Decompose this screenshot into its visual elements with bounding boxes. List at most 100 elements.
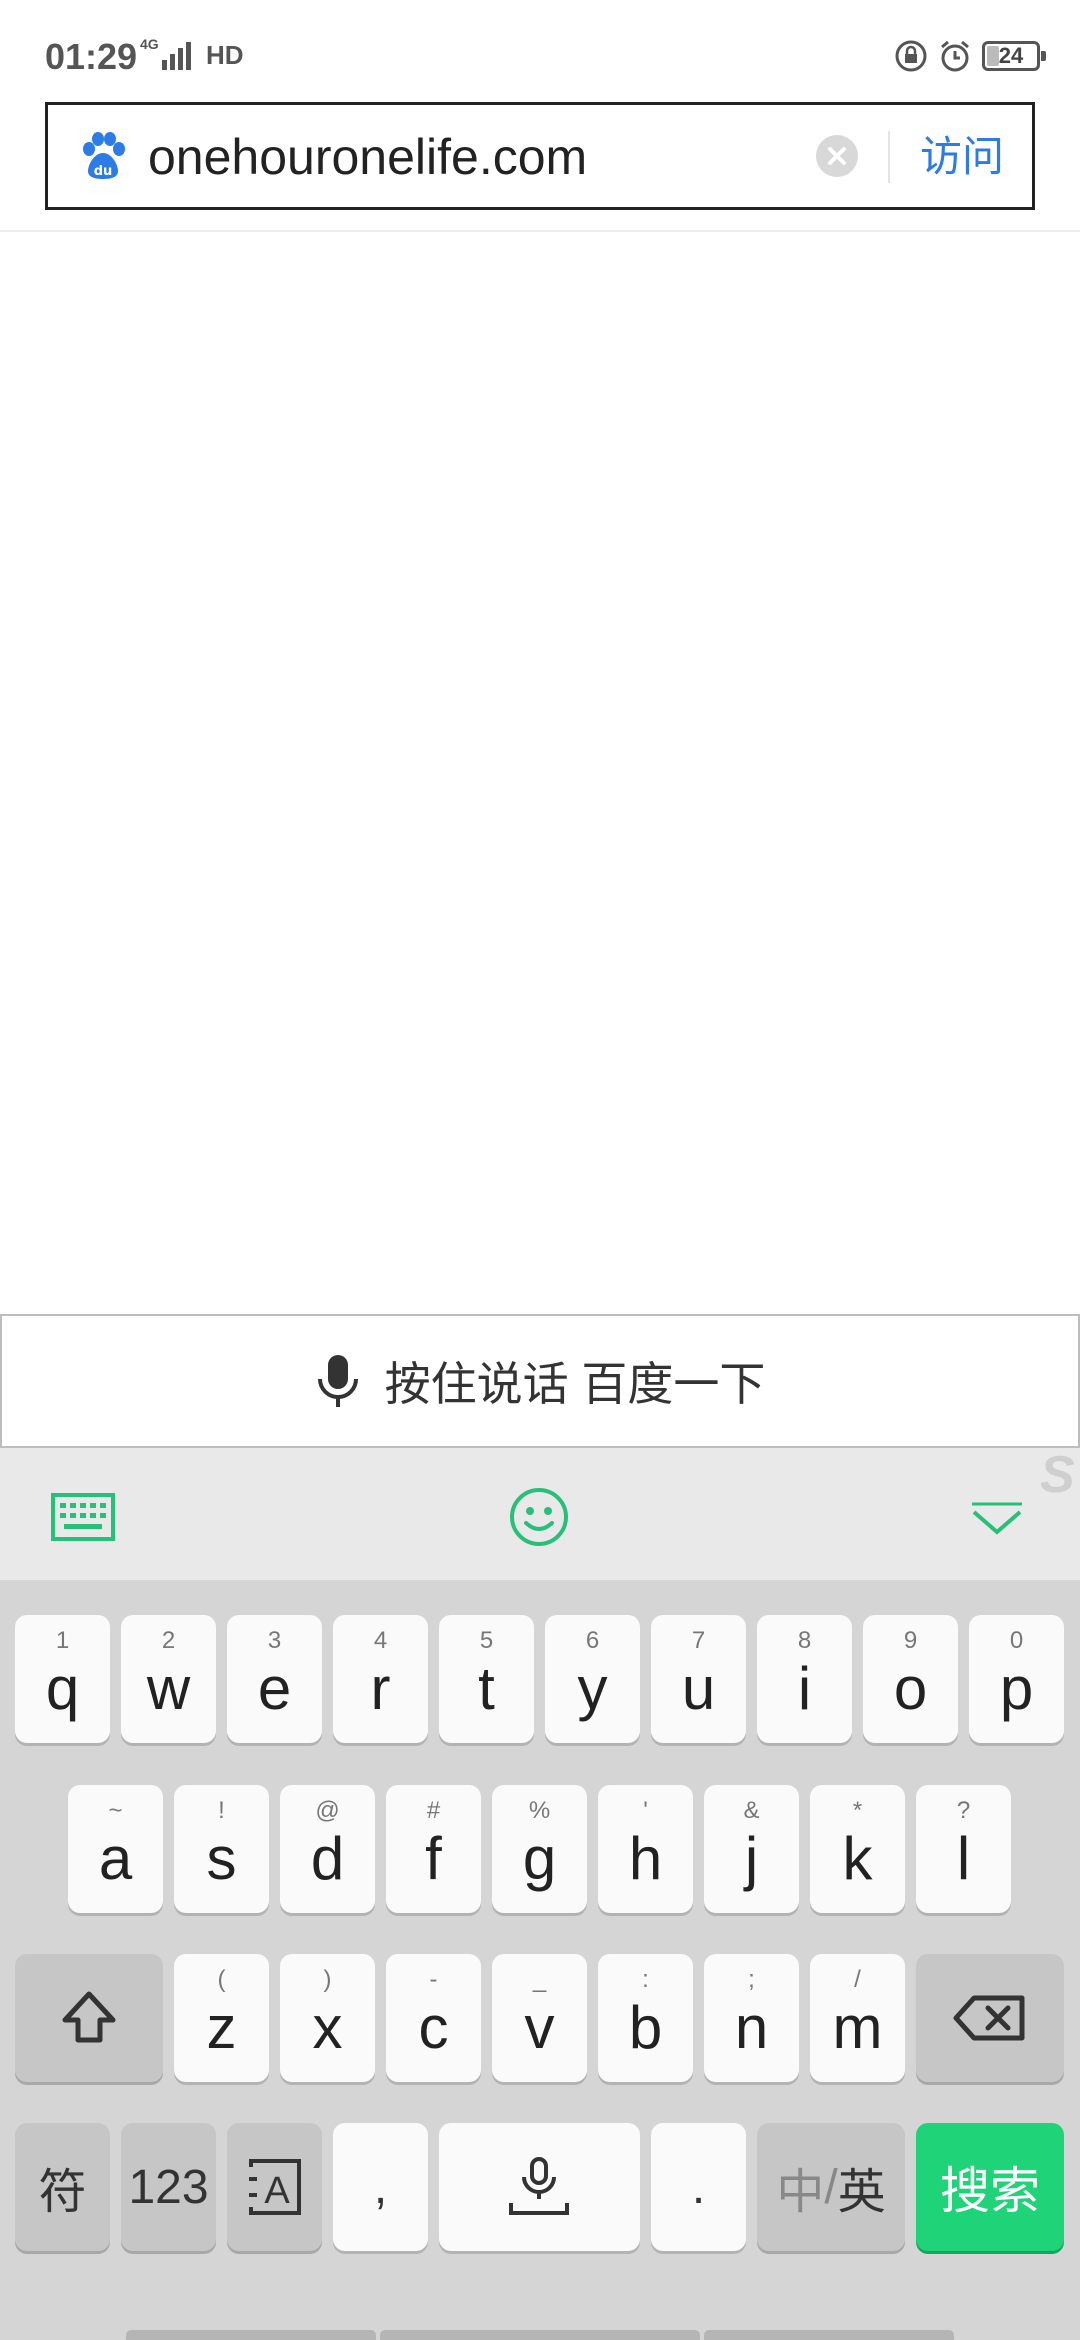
language-toggle-key[interactable]: 中 / 英: [757, 2123, 905, 2251]
key-i[interactable]: 8i: [757, 1615, 852, 1743]
voice-search-label: 按住说话 百度一下: [384, 1358, 766, 1410]
key-label: g: [522, 1825, 557, 1892]
close-icon: [828, 147, 846, 165]
clear-input-button[interactable]: [816, 135, 858, 177]
symbols-key[interactable]: 符: [15, 2123, 110, 2251]
collapse-keyboard-icon[interactable]: [968, 1500, 1026, 1536]
battery-icon: 24: [982, 41, 1046, 71]
signal-icon: [162, 42, 191, 70]
key-u[interactable]: 7u: [651, 1615, 746, 1743]
soft-keyboard: S 1q 2w 3e 4r 5t 6y 7u 8i 9o 0p ~ a ! s @ d…: [0, 1448, 1080, 2340]
status-bar: 01:29 4G HD 24: [0, 0, 1080, 100]
key-z[interactable]: (z: [174, 1954, 269, 2082]
key-k[interactable]: * k: [810, 1785, 905, 1913]
key-label: u: [681, 1655, 716, 1722]
svg-text:A: A: [264, 2170, 290, 2212]
svg-text:S: S: [1040, 1448, 1075, 1500]
nav-handle: [704, 2330, 954, 2340]
key-h[interactable]: ' h: [598, 1785, 693, 1913]
key-label: y: [577, 1655, 608, 1722]
key-label: l: [956, 1825, 971, 1892]
key-r[interactable]: 4r: [333, 1615, 428, 1743]
search-key[interactable]: 搜索: [916, 2123, 1064, 2251]
key-b[interactable]: :b: [598, 1954, 693, 2082]
key-a[interactable]: ~ a: [68, 1785, 163, 1913]
key-label: n: [734, 1994, 769, 2061]
rotation-lock-icon: [895, 40, 927, 72]
key-label: i: [797, 1655, 812, 1722]
key-t[interactable]: 5t: [439, 1615, 534, 1743]
microphone-icon: [509, 2157, 569, 2215]
key-label: b: [628, 1994, 663, 2061]
key-label: m: [832, 1994, 883, 2061]
key-d[interactable]: @ d: [280, 1785, 375, 1913]
key-o[interactable]: 9o: [863, 1615, 958, 1743]
key-y[interactable]: 6y: [545, 1615, 640, 1743]
status-time: 01:29: [45, 36, 138, 77]
network-type: 4G: [140, 36, 159, 52]
key-label: 符: [38, 2166, 87, 2219]
key-v[interactable]: _ v: [492, 1954, 587, 2082]
divider: [888, 131, 890, 183]
key-label: h: [628, 1825, 663, 1892]
voice-search-bar[interactable]: 按住说话 百度一下: [0, 1314, 1080, 1448]
nav-handle: [126, 2330, 376, 2340]
key-c[interactable]: -c: [386, 1954, 481, 2082]
key-label: v: [524, 1994, 555, 2061]
divider: [0, 230, 1080, 232]
key-label: d: [310, 1825, 345, 1892]
alarm-icon: [941, 40, 969, 72]
period-key[interactable]: .: [651, 2123, 746, 2251]
lang-sep: /: [824, 2160, 838, 2214]
key-label: 123: [128, 2160, 209, 2214]
key-label: a: [98, 1825, 133, 1892]
key-label: e: [257, 1655, 292, 1722]
comma-key[interactable]: ,: [333, 2123, 428, 2251]
shift-key[interactable]: [15, 1954, 163, 2082]
key-label: c: [418, 1994, 449, 2061]
key-label: p: [999, 1655, 1034, 1722]
key-label: w: [146, 1655, 191, 1722]
url-input[interactable]: onehouronelife.com: [148, 127, 587, 187]
key-w[interactable]: 2w: [121, 1615, 216, 1743]
key-label: k: [842, 1825, 873, 1892]
key-label: r: [370, 1655, 391, 1722]
key-q[interactable]: 1q: [15, 1615, 110, 1743]
key-m[interactable]: / m: [810, 1954, 905, 2082]
key-label: x: [312, 1994, 343, 2061]
hd-badge: HD: [206, 40, 244, 70]
key-n[interactable]: ; n: [704, 1954, 799, 2082]
shift-icon: [62, 1991, 116, 2043]
key-s[interactable]: ! s: [174, 1785, 269, 1913]
key-label: s: [206, 1825, 237, 1892]
key-label: .: [691, 2160, 706, 2214]
key-label: ,: [373, 2160, 388, 2214]
key-label: 搜索: [940, 2163, 1040, 2219]
svg-text:du: du: [94, 164, 113, 179]
key-p[interactable]: 0p: [969, 1615, 1064, 1743]
key-e[interactable]: 3e: [227, 1615, 322, 1743]
key-l[interactable]: ? l: [916, 1785, 1011, 1913]
emoji-icon[interactable]: [508, 1486, 570, 1548]
key-label: j: [744, 1825, 759, 1892]
backspace-icon: [953, 1995, 1025, 2041]
space-voice-key[interactable]: [439, 2123, 640, 2251]
address-bar[interactable]: du onehouronelife.com 访问: [45, 102, 1035, 210]
key-label: f: [425, 1825, 442, 1892]
key-g[interactable]: % g: [492, 1785, 587, 1913]
key-f[interactable]: # f: [386, 1785, 481, 1913]
microphone-icon: [317, 1355, 358, 1407]
key-x[interactable]: ) x: [280, 1954, 375, 2082]
key-label: z: [206, 1994, 237, 2061]
numbers-key[interactable]: 123: [121, 2123, 216, 2251]
handwriting-icon: A: [249, 2159, 301, 2215]
keyboard-icon[interactable]: [50, 1492, 116, 1542]
nav-handle: [380, 2330, 700, 2340]
visit-button[interactable]: 访问: [920, 127, 1004, 187]
key-j[interactable]: & j: [704, 1785, 799, 1913]
language-toggle-label: 中 / 英: [757, 2123, 905, 2251]
backspace-key[interactable]: [916, 1954, 1064, 2082]
key-label: o: [893, 1655, 928, 1722]
handwriting-key[interactable]: A: [227, 2123, 322, 2251]
key-label: t: [478, 1655, 495, 1722]
